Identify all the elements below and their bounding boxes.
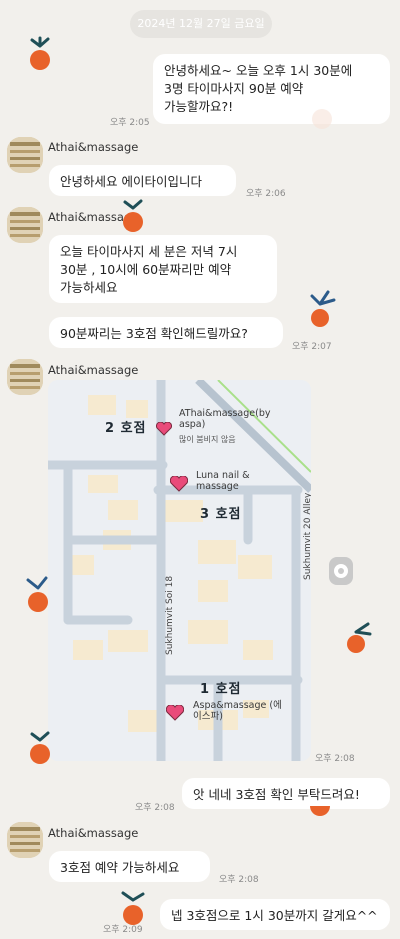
heart-pin-icon: [156, 422, 172, 436]
tangerine-sticker-icon: [30, 731, 50, 764]
branch-1-name: Aspa&massage (에 이스파): [193, 700, 282, 722]
scroll-button[interactable]: [329, 557, 353, 585]
branch-2-label: 2 호점: [105, 421, 147, 436]
tangerine-sticker-icon: [123, 199, 143, 232]
date-separator: 2024년 12월 27일 금요일: [130, 10, 272, 38]
avatar[interactable]: [7, 822, 43, 858]
message-time: 오후 2:06: [246, 189, 286, 199]
outgoing-message[interactable]: 안녕하세요~ 오늘 오후 1시 30분에 3명 타이마사지 90분 예약 가능할…: [153, 54, 390, 124]
sender-name: Athai&massage: [48, 140, 139, 154]
branch-3-name: Luna nail & massage: [196, 470, 250, 492]
incoming-message[interactable]: 3호점 예약 가능하세요: [49, 851, 210, 882]
street-label: Sukhumvit 20 Alley: [303, 492, 311, 580]
tangerine-sticker-icon: [310, 290, 336, 327]
chat-bubble-icon: [334, 564, 348, 578]
incoming-message[interactable]: 오늘 타이마사지 세 분은 저녁 7시 30분 , 10시에 60분짜리만 예약…: [49, 235, 277, 303]
message-time: 오후 2:08: [315, 754, 355, 764]
message-time: 오후 2:08: [219, 875, 259, 885]
branch-2-name: AThai&massage(by aspa): [179, 408, 271, 430]
tangerine-sticker-icon: [30, 36, 50, 70]
heart-pin-icon: [166, 705, 184, 721]
street-label: Sukhumvit Soi 18: [165, 575, 175, 655]
outgoing-message[interactable]: 넵 3호점으로 1시 30분까지 갈게요^^: [160, 899, 390, 930]
incoming-message[interactable]: 안녕하세요 에이타이입니다: [49, 165, 236, 196]
outgoing-message[interactable]: 앗 네네 3호점 확인 부탁드려요!: [182, 778, 390, 809]
sender-name: Athai&massage: [48, 363, 139, 377]
tangerine-sticker-icon: [312, 109, 332, 129]
tangerine-sticker-icon: [26, 576, 48, 612]
branch-1-label: 1 호점: [200, 682, 242, 697]
incoming-message[interactable]: 90분짜리는 3호점 확인해드릴까요?: [49, 317, 283, 348]
sender-name: Athai&massage: [48, 826, 139, 840]
avatar[interactable]: [7, 359, 43, 395]
avatar[interactable]: [7, 137, 43, 173]
message-time: 오후 2:08: [135, 803, 175, 813]
map-image-message[interactable]: 2 호점 AThai&massage(by aspa) 많이 붐비지 않음 Lu…: [48, 380, 311, 761]
message-time: 오후 2:05: [110, 118, 150, 128]
message-time: 오후 2:09: [103, 925, 143, 935]
tangerine-sticker-icon: [347, 622, 372, 653]
message-time: 오후 2:07: [292, 342, 332, 352]
branch-3-label: 3 호점: [200, 507, 242, 522]
branch-2-note: 많이 붐비지 않음: [179, 435, 236, 444]
heart-pin-icon: [170, 476, 188, 492]
avatar[interactable]: [7, 207, 43, 243]
tangerine-sticker-icon: [310, 806, 330, 816]
